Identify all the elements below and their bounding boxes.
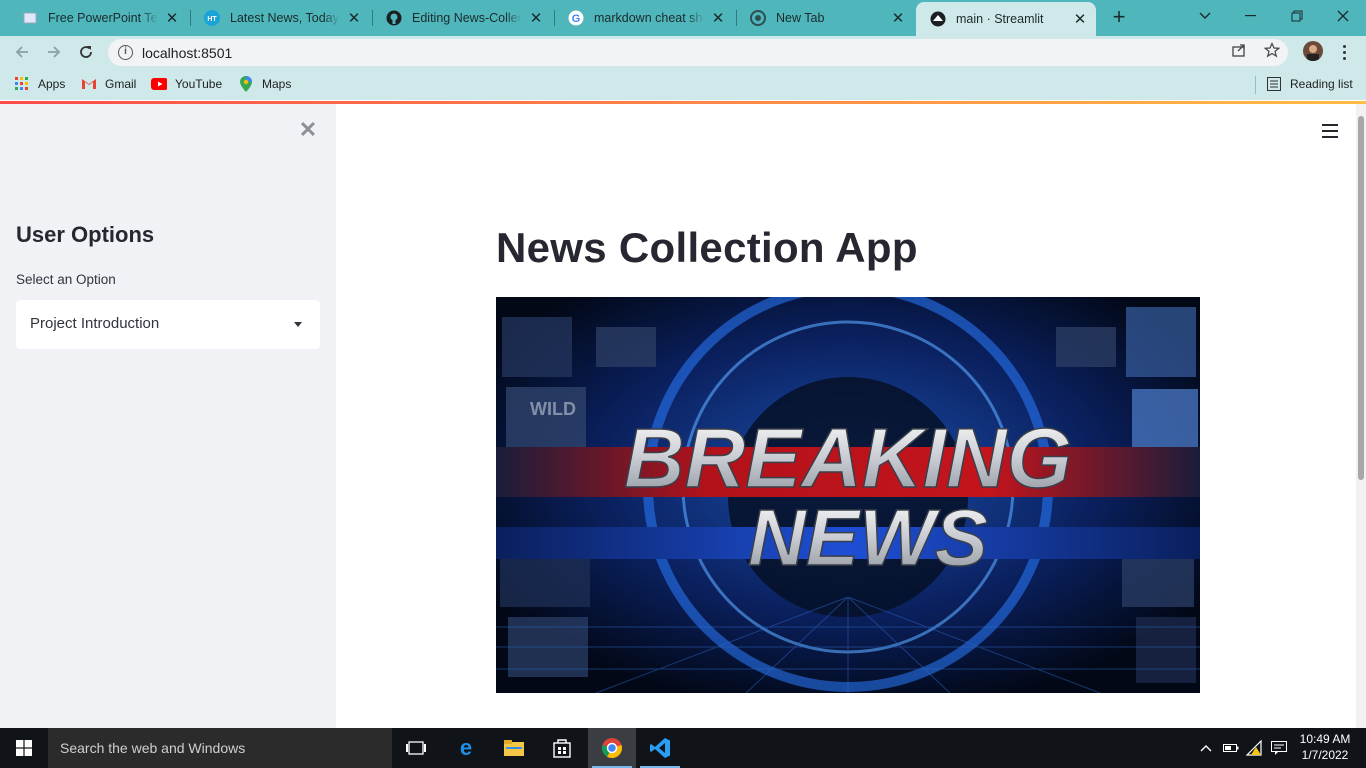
tab-title: markdown cheat shee [594, 11, 704, 25]
vscode-icon[interactable] [636, 728, 684, 768]
tab-powerpoint[interactable]: Free PowerPoint Temp ✕ [8, 0, 188, 36]
taskbar-search-placeholder: Search the web and Windows [60, 740, 246, 756]
minimize-button[interactable] [1228, 0, 1274, 32]
bookmarks-bar: Apps Gmail YouTube Maps Reading list [0, 68, 1366, 100]
clock-time: 10:49 AM [1299, 732, 1351, 746]
close-window-button[interactable] [1320, 0, 1366, 32]
task-view-icon[interactable] [392, 728, 440, 768]
taskbar-search-box[interactable]: Search the web and Windows [48, 728, 392, 768]
wild-overlay-text: WILD [530, 399, 576, 419]
tab-title: Editing News-Collectio [412, 11, 522, 25]
select-label: Select an Option [16, 272, 116, 287]
store-icon[interactable] [538, 728, 586, 768]
select-value: Project Introduction [30, 315, 160, 332]
close-sidebar-icon[interactable]: ✕ [298, 119, 318, 141]
close-icon[interactable]: ✕ [528, 10, 544, 27]
tab-streamlit[interactable]: main · Streamlit ✕ [916, 2, 1096, 36]
scrollbar-thumb[interactable] [1358, 116, 1364, 480]
bookmark-youtube[interactable]: YouTube [151, 75, 222, 93]
tab-new-tab[interactable]: New Tab ✕ [736, 0, 914, 36]
reading-list-button[interactable]: Reading list [1266, 75, 1353, 93]
restore-button[interactable] [1274, 0, 1320, 32]
url-text: localhost:8501 [142, 45, 233, 61]
close-icon[interactable]: ✕ [164, 10, 180, 27]
bookmark-label: YouTube [175, 77, 223, 91]
windows-logo-icon [16, 740, 32, 756]
bookmarks-divider [1255, 76, 1256, 94]
bookmark-maps[interactable]: Maps [238, 75, 291, 93]
profile-avatar[interactable] [1303, 41, 1323, 61]
main-content: News Collection App WILD BREAKING NEWS [336, 104, 1356, 728]
bookmark-label: Maps [262, 77, 292, 91]
bookmark-label: Gmail [105, 77, 137, 91]
share-icon[interactable] [1230, 41, 1248, 59]
breaking-news-illustration: WILD BREAKING NEWS [496, 297, 1200, 693]
new-tab-button[interactable]: + [1108, 6, 1130, 29]
site-info-icon[interactable]: i [118, 45, 133, 60]
edge-icon[interactable]: e [442, 728, 490, 768]
news-text: NEWS [748, 493, 988, 582]
maps-icon [238, 76, 254, 92]
svg-text:G: G [572, 13, 581, 25]
sidebar-title: User Options [16, 222, 155, 247]
tab-title: Free PowerPoint Temp [48, 11, 158, 25]
breaking-news-image: WILD BREAKING NEWS [496, 297, 1200, 693]
windows-start-button[interactable] [0, 728, 48, 768]
tab-latest-news[interactable]: HT Latest News, Today's E ✕ [190, 0, 370, 36]
chrome-icon [750, 10, 766, 26]
bookmark-label: Apps [38, 77, 66, 91]
reading-list-icon [1266, 76, 1282, 92]
reload-button[interactable] [74, 40, 98, 64]
close-icon[interactable]: ✕ [346, 10, 362, 27]
network-warning-icon[interactable] [1246, 740, 1264, 756]
clock-date: 1/7/2022 [1301, 748, 1349, 762]
bookmark-apps[interactable]: Apps [14, 75, 65, 93]
battery-icon[interactable] [1222, 740, 1240, 756]
tab-markdown[interactable]: G markdown cheat shee ✕ [554, 0, 734, 36]
breaking-text: BREAKING [624, 411, 1072, 505]
close-icon[interactable]: ✕ [890, 10, 906, 27]
tab-strip: Free PowerPoint Temp ✕ HT Latest News, T… [0, 0, 1366, 36]
tab-search-chevron-icon[interactable] [1182, 0, 1228, 32]
back-button[interactable] [10, 40, 34, 64]
chevron-down-icon [294, 322, 302, 327]
bookmark-gmail[interactable]: Gmail [81, 75, 136, 93]
slides-icon [22, 10, 38, 26]
close-icon[interactable]: ✕ [1072, 11, 1088, 28]
forward-button[interactable] [42, 40, 66, 64]
tab-github[interactable]: Editing News-Collectio ✕ [372, 0, 552, 36]
bookmark-star-icon[interactable] [1263, 41, 1281, 59]
page-scrollbar[interactable] [1356, 104, 1366, 728]
browser-toolbar: i localhost:8501 [0, 36, 1366, 68]
menu-kebab-icon[interactable] [1336, 42, 1352, 62]
svg-text:e: e [460, 738, 472, 758]
windows-taskbar: Search the web and Windows e 10:49 AM 1/… [0, 728, 1366, 768]
notifications-icon[interactable] [1270, 740, 1288, 756]
tab-title: Latest News, Today's E [230, 11, 340, 25]
option-select[interactable]: Project Introduction [16, 300, 320, 349]
ht-icon: HT [204, 10, 220, 26]
page-title: News Collection App [496, 224, 918, 271]
chrome-taskbar-icon[interactable] [588, 728, 636, 768]
tab-title: New Tab [776, 11, 825, 25]
tab-title: main · Streamlit [956, 12, 1044, 26]
address-bar[interactable]: i localhost:8501 [108, 39, 1288, 66]
apps-grid-icon [14, 76, 30, 92]
github-icon [386, 10, 402, 26]
system-clock[interactable]: 10:49 AM 1/7/2022 [1290, 731, 1360, 763]
streamlit-icon [930, 11, 946, 27]
file-explorer-icon[interactable] [490, 728, 538, 768]
hamburger-menu-icon[interactable] [1322, 124, 1338, 138]
svg-text:HT: HT [207, 16, 217, 23]
gmail-icon [81, 76, 97, 92]
google-icon: G [568, 10, 584, 26]
close-icon[interactable]: ✕ [710, 10, 726, 27]
reading-list-label: Reading list [1290, 77, 1353, 91]
sidebar: ✕ User Options Select an Option Project … [0, 104, 336, 728]
youtube-icon [151, 76, 167, 92]
tray-overflow-chevron-icon[interactable] [1198, 740, 1214, 756]
